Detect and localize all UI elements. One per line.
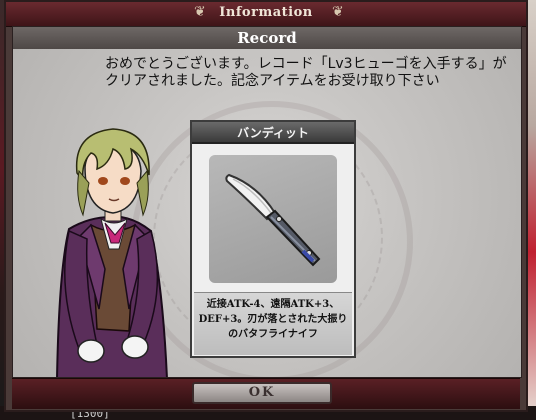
- dialog-title: Information: [219, 5, 313, 20]
- item-name: バンディット: [237, 126, 309, 140]
- record-message: おめでとうございます。レコード「Lv3ヒューゴを入手する」がクリアされました。記…: [105, 56, 507, 89]
- item-image: [209, 155, 337, 283]
- butterfly-knife-icon: [225, 173, 321, 267]
- item-card-header: バンディット: [192, 122, 354, 144]
- record-panel: Record おめでとうございます。レコード「Lv3ヒューゴを入手する」がクリア…: [12, 26, 522, 378]
- character-portrait: [56, 128, 168, 377]
- ok-button-label: OK: [248, 385, 276, 400]
- dialog-title-bar: ❦ Information ❦: [6, 2, 526, 27]
- ok-button[interactable]: OK: [192, 382, 332, 404]
- record-header: Record: [13, 27, 521, 49]
- item-card: バンディット 近接ATK-4、遠隔ATK+3、DEF+3。刃が落とされた大振りの…: [190, 120, 356, 358]
- ornament-icon: ❦: [332, 4, 344, 20]
- item-description: 近接ATK-4、遠隔ATK+3、DEF+3。刃が落とされた大振りのバタフライナイ…: [198, 299, 348, 340]
- information-dialog: ❦ Information ❦ Record おめでとうございます。レコード「L…: [4, 0, 528, 412]
- item-description-box: 近接ATK-4、遠隔ATK+3、DEF+3。刃が落とされた大振りのバタフライナイ…: [194, 292, 352, 355]
- record-title: Record: [237, 29, 297, 47]
